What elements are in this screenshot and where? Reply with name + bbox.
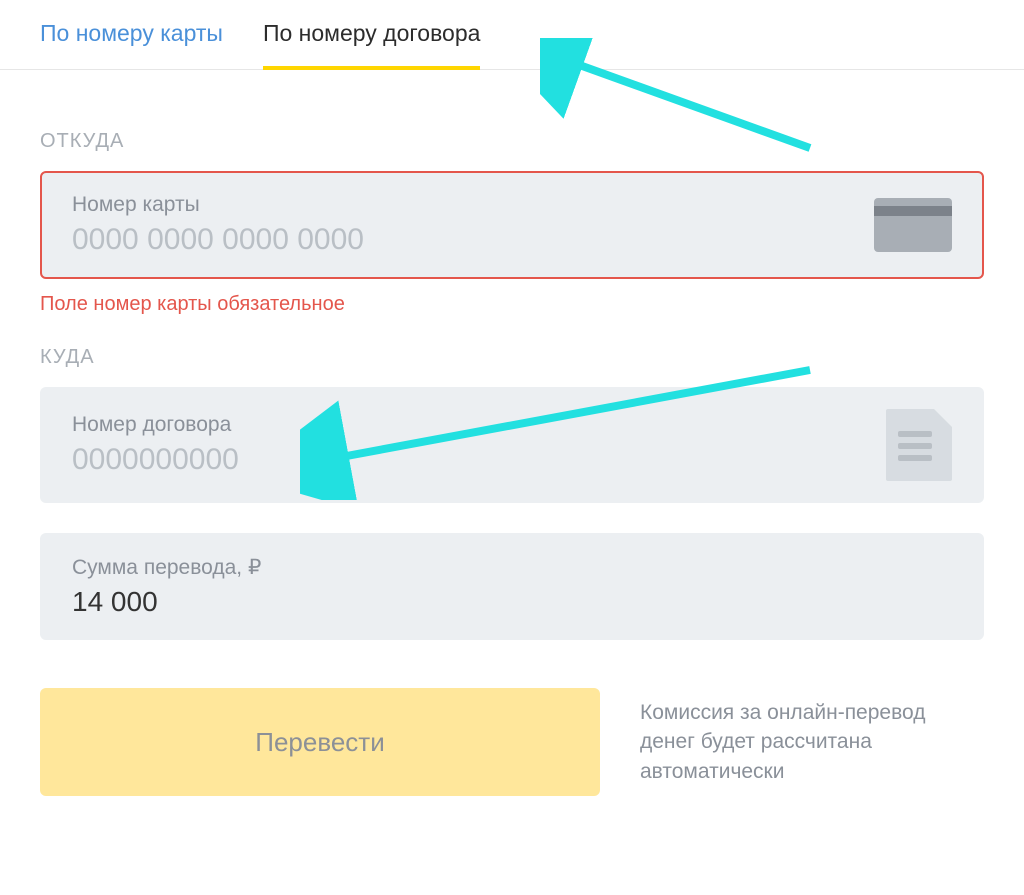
amount-label: Сумма перевода, ₽ [72, 555, 952, 580]
amount-input[interactable] [72, 586, 952, 618]
card-number-input[interactable] [72, 223, 862, 257]
document-icon [886, 409, 952, 481]
section-from-label: ОТКУДА [40, 130, 984, 153]
from-card-field[interactable]: Номер карты [40, 171, 984, 279]
contract-number-input[interactable] [72, 443, 862, 477]
commission-note: Комиссия за онлайн-перевод денег будет р… [640, 698, 984, 786]
tab-contract-number[interactable]: По номеру договора [263, 20, 480, 69]
section-to-label: КУДА [40, 346, 984, 369]
tabs: По номеру карты По номеру договора [0, 0, 1024, 70]
to-contract-field[interactable]: Номер договора [40, 387, 984, 503]
tab-card-number[interactable]: По номеру карты [40, 20, 223, 69]
card-icon [874, 198, 952, 252]
from-error-message: Поле номер карты обязательное [40, 293, 984, 316]
transfer-button[interactable]: Перевести [40, 688, 600, 796]
to-contract-label: Номер договора [72, 413, 862, 437]
from-card-label: Номер карты [72, 193, 862, 217]
amount-field[interactable]: Сумма перевода, ₽ [40, 533, 984, 640]
